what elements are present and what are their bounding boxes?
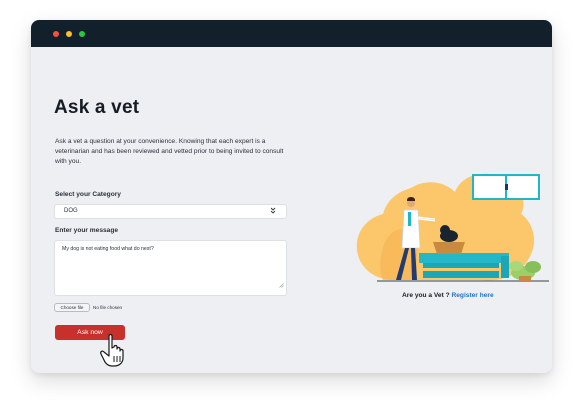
window-titlebar [31, 20, 552, 47]
category-label: Select your Category [55, 191, 121, 198]
chevron-down-icon [270, 207, 276, 218]
category-select[interactable]: DOG [54, 204, 287, 219]
vet-question: Are you a Vet ? [402, 292, 450, 299]
close-window-icon[interactable] [53, 31, 59, 37]
file-status-text: No file chosen [93, 305, 123, 310]
maximize-window-icon[interactable] [79, 31, 85, 37]
intro-text: Ask a vet a question at your convenience… [55, 138, 284, 165]
message-textarea[interactable]: My dog is not eating food what do next? [54, 240, 287, 296]
message-text: My dog is not eating food what do next? [62, 246, 154, 252]
page-title: Ask a vet [54, 97, 140, 118]
vet-illustration [356, 173, 549, 282]
register-vet-cta: Are you a Vet ? Register here [402, 292, 494, 299]
browser-window: Ask a vet Ask a vet a question at your c… [31, 20, 552, 373]
message-label: Enter your message [55, 227, 119, 234]
pointer-hand-icon [100, 333, 124, 367]
choose-file-button[interactable]: Choose file [54, 303, 90, 312]
register-link[interactable]: Register here [451, 292, 493, 299]
resize-grip-icon[interactable] [279, 275, 284, 293]
category-select-value: DOG [64, 208, 78, 214]
minimize-window-icon[interactable] [66, 31, 72, 37]
